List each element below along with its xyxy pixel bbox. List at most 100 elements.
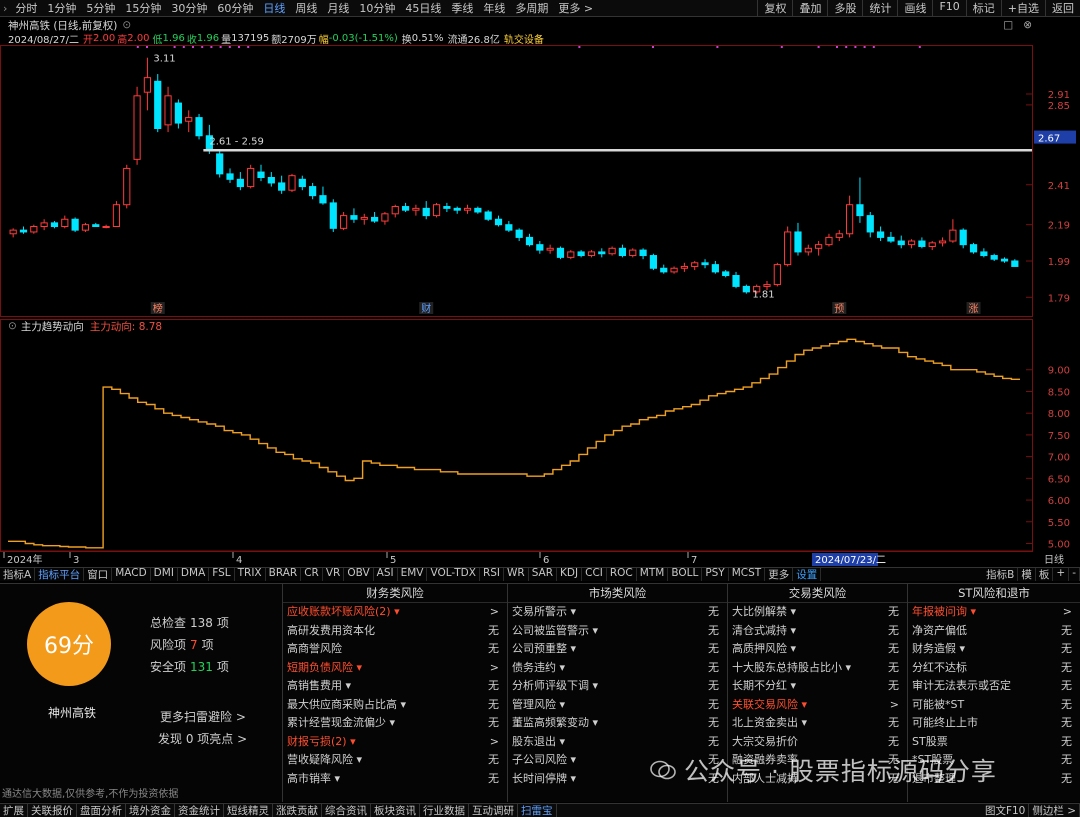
risk-item[interactable]: 营收疑降风险 ▾ 无 bbox=[283, 751, 507, 770]
indicator-tab[interactable]: SAR bbox=[529, 568, 558, 581]
risk-item[interactable]: 累计经营现金流偏少 ▾ 无 bbox=[283, 714, 507, 733]
risk-item[interactable]: 高质押风险 ▾ 无 bbox=[728, 640, 907, 659]
indicator-tab[interactable]: ROC bbox=[607, 568, 637, 581]
bottom-tab[interactable]: 行业数据 bbox=[420, 804, 469, 817]
bottom-tab[interactable]: 扫雷宝 bbox=[518, 804, 557, 817]
risk-item[interactable]: 分红不达标 无 bbox=[908, 659, 1080, 678]
timeframe-tab[interactable]: 更多 > bbox=[553, 0, 598, 16]
risk-item[interactable]: 高商誉风险 无 bbox=[283, 640, 507, 659]
indicator-tab[interactable]: DMA bbox=[178, 568, 210, 581]
bottom-tab[interactable]: 关联报价 bbox=[28, 804, 77, 817]
chart-window-controls[interactable]: □ ⊗ bbox=[1003, 19, 1032, 31]
indicator-tab[interactable]: CCI bbox=[582, 568, 607, 581]
indicator-tab[interactable]: OBV bbox=[344, 568, 374, 581]
risk-item[interactable]: 北上资金卖出 ▾ 无 bbox=[728, 714, 907, 733]
risk-item[interactable]: 高市销率 ▾ 无 bbox=[283, 770, 507, 789]
toolbar-button[interactable]: F10 bbox=[932, 0, 965, 16]
risk-item[interactable]: 关联交易风险 ▾ > bbox=[728, 696, 907, 715]
indicator-tab[interactable]: KDJ bbox=[557, 568, 583, 581]
indicator-tab[interactable]: EMV bbox=[398, 568, 428, 581]
expand-arrow-icon[interactable]: › bbox=[0, 2, 10, 15]
indicator-tab[interactable]: WR bbox=[504, 568, 529, 581]
indicator-tab[interactable]: VR bbox=[323, 568, 345, 581]
risk-item[interactable]: 公司预重整 ▾ 无 bbox=[508, 640, 727, 659]
indicator-tab[interactable]: PSY bbox=[702, 568, 729, 581]
indicator-tab[interactable]: 设置 bbox=[793, 568, 822, 581]
risk-item[interactable]: 分析师评级下调 ▾ 无 bbox=[508, 677, 727, 696]
risk-item[interactable]: 最大供应商采购占比高 ▾ 无 bbox=[283, 696, 507, 715]
indicator-tab[interactable]: BRAR bbox=[266, 568, 302, 581]
bottom-tab[interactable]: 互动调研 bbox=[469, 804, 518, 817]
risk-item[interactable]: 董监高频繁变动 ▾ 无 bbox=[508, 714, 727, 733]
risk-item[interactable]: 十大股东总持股占比小 ▾ 无 bbox=[728, 659, 907, 678]
indicator-tab[interactable]: 指标平台 bbox=[35, 568, 85, 581]
timeframe-tab[interactable]: 30分钟 bbox=[166, 0, 212, 16]
indicator-tab[interactable]: 更多 bbox=[765, 568, 794, 581]
bottom-tab-control[interactable]: 侧边栏 > bbox=[1029, 804, 1080, 817]
toolbar-button[interactable]: 复权 bbox=[757, 0, 792, 16]
risk-item[interactable]: 净资产偏低 无 bbox=[908, 622, 1080, 641]
risk-item[interactable]: 大宗交易折价 无 bbox=[728, 733, 907, 752]
risk-item[interactable]: 清仓式减持 ▾ 无 bbox=[728, 622, 907, 641]
discover-highlights-link[interactable]: 发现 0 项亮点 > bbox=[158, 730, 247, 747]
toolbar-button[interactable]: 返回 bbox=[1045, 0, 1080, 16]
risk-item[interactable]: 管理风险 ▾ 无 bbox=[508, 696, 727, 715]
indicator-tab[interactable]: MACD bbox=[112, 568, 151, 581]
risk-item[interactable]: 可能终止上市 无 bbox=[908, 714, 1080, 733]
toolbar-button[interactable]: 多股 bbox=[827, 0, 862, 16]
risk-item[interactable]: 应收账款坏账风险(2) ▾ > bbox=[283, 603, 507, 622]
indicator-tab[interactable]: MTM bbox=[637, 568, 669, 581]
timeframe-tab[interactable]: 多周期 bbox=[510, 0, 553, 16]
risk-item[interactable]: 长期不分红 ▾ 无 bbox=[728, 677, 907, 696]
timeframe-tab[interactable]: 日线 bbox=[258, 0, 290, 16]
more-scan-link[interactable]: 更多扫雷避险 > bbox=[160, 708, 246, 725]
risk-item[interactable]: 财务造假 ▾ 无 bbox=[908, 640, 1080, 659]
timeframe-tab[interactable]: 15分钟 bbox=[120, 0, 166, 16]
timeframe-tab[interactable]: 60分钟 bbox=[212, 0, 258, 16]
indicator-tab[interactable]: CR bbox=[301, 568, 323, 581]
risk-item[interactable]: 交易所警示 ▾ 无 bbox=[508, 603, 727, 622]
indicator-tab-control[interactable]: + bbox=[1053, 568, 1070, 581]
bottom-tab[interactable]: 涨跌贡献 bbox=[273, 804, 322, 817]
timeframe-tab[interactable]: 45日线 bbox=[400, 0, 446, 16]
bottom-tab[interactable]: 板块资讯 bbox=[371, 804, 420, 817]
risk-item[interactable]: ST股票 无 bbox=[908, 733, 1080, 752]
indicator-tab-control[interactable]: 板 bbox=[1036, 568, 1054, 581]
timeframe-tab[interactable]: 年线 bbox=[478, 0, 510, 16]
bottom-tab-control[interactable]: 图文F10 bbox=[982, 804, 1030, 817]
timeframe-tab[interactable]: 10分钟 bbox=[354, 0, 400, 16]
bottom-tab[interactable]: 资金统计 bbox=[175, 804, 224, 817]
indicator-tab[interactable]: MCST bbox=[729, 568, 766, 581]
indicator-tab[interactable]: 指标A bbox=[0, 568, 36, 581]
timeframe-tab[interactable]: 周线 bbox=[290, 0, 322, 16]
risk-item[interactable]: 股东退出 ▾ 无 bbox=[508, 733, 727, 752]
indicator-tab[interactable]: TRIX bbox=[235, 568, 266, 581]
settings-icon[interactable]: ⊙ bbox=[122, 19, 131, 31]
indicator-tab-control[interactable]: 模 bbox=[1018, 568, 1036, 581]
indicator-tab-control[interactable]: - bbox=[1069, 568, 1080, 581]
indicator-tab[interactable]: RSI bbox=[480, 568, 504, 581]
indicator-tab[interactable]: ASI bbox=[374, 568, 398, 581]
timeframe-tab[interactable]: 分时 bbox=[10, 0, 42, 16]
timeframe-tab[interactable]: 季线 bbox=[446, 0, 478, 16]
bottom-tab[interactable]: 扩展 bbox=[0, 804, 28, 817]
kline-chart[interactable]: 2.61 - 2.59 3.11 1.81 榜 财 预 涨 2.912.85 2.41 2.19… bbox=[0, 45, 1080, 567]
indicator-tab[interactable]: BOLL bbox=[668, 568, 703, 581]
risk-item[interactable]: 公司被监管警示 ▾ 无 bbox=[508, 622, 727, 641]
indicator-tab[interactable]: FSL bbox=[209, 568, 235, 581]
risk-item[interactable]: 年报被问询 ▾ > bbox=[908, 603, 1080, 622]
risk-item[interactable]: 短期负债风险 ▾ > bbox=[283, 659, 507, 678]
risk-item[interactable]: 大比例解禁 ▾ 无 bbox=[728, 603, 907, 622]
toolbar-button[interactable]: +自选 bbox=[1000, 0, 1045, 16]
risk-item[interactable]: 债务违约 ▾ 无 bbox=[508, 659, 727, 678]
toolbar-button[interactable]: 画线 bbox=[897, 0, 932, 16]
timeframe-tab[interactable]: 5分钟 bbox=[81, 0, 120, 16]
risk-item[interactable]: 财报亏损(2) ▾ > bbox=[283, 733, 507, 752]
risk-item[interactable]: 高研发费用资本化 无 bbox=[283, 622, 507, 641]
indicator-tab[interactable]: VOL-TDX bbox=[427, 568, 480, 581]
toolbar-button[interactable]: 叠加 bbox=[792, 0, 827, 16]
bottom-tab[interactable]: 盘面分析 bbox=[77, 804, 126, 817]
risk-item[interactable]: 可能被*ST 无 bbox=[908, 696, 1080, 715]
indicator-gear-icon[interactable]: ⊙ bbox=[8, 320, 17, 332]
indicator-tab[interactable]: 窗口 bbox=[84, 568, 113, 581]
